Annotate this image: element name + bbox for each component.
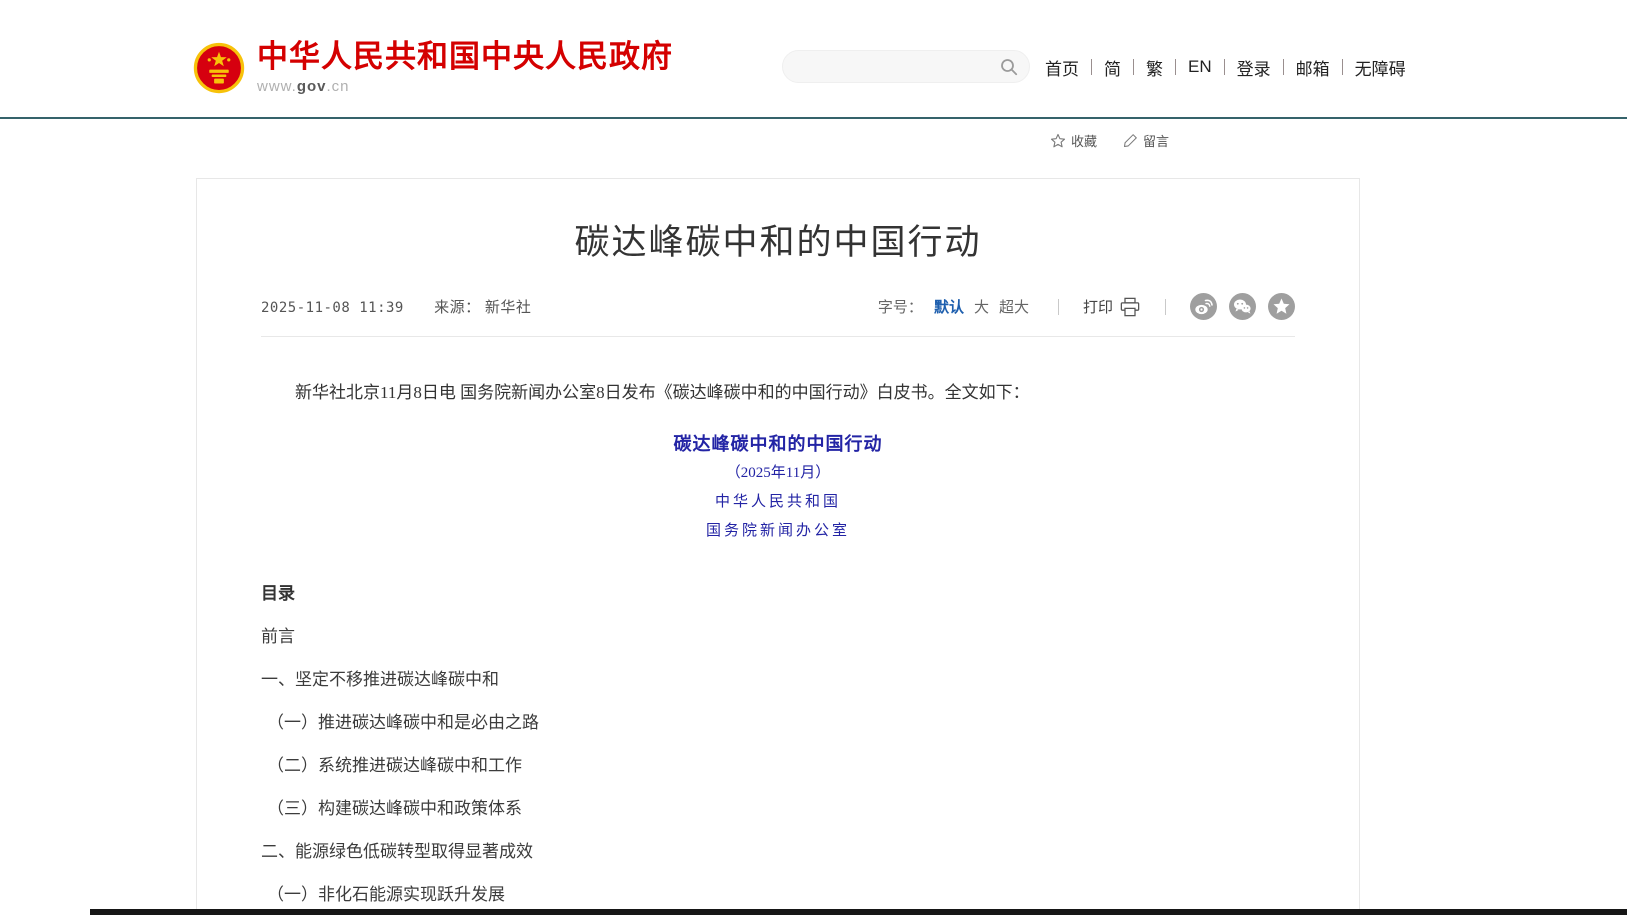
toc-item-preface: 前言: [261, 615, 1295, 658]
meta-separator: [1165, 299, 1166, 315]
star-share-icon[interactable]: [1268, 293, 1295, 320]
font-size-large[interactable]: 大: [974, 296, 989, 317]
lead-paragraph: 新华社北京11月8日电 国务院新闻办公室8日发布《碳达峰碳中和的中国行动》白皮书…: [261, 379, 1295, 407]
nav-english[interactable]: EN: [1188, 57, 1212, 77]
bottom-bar: [90, 909, 1627, 915]
article-meta-left: 2025-11-08 11:39 来源： 新华社: [261, 296, 531, 317]
nav-separator: [1133, 59, 1134, 75]
font-size-xlarge[interactable]: 超大: [999, 296, 1029, 317]
source-label: 来源：: [434, 300, 481, 316]
nav-traditional[interactable]: 繁: [1146, 55, 1163, 80]
site-title: 中华人民共和国中央人民政府: [257, 40, 673, 74]
site-url-suffix: .cn: [327, 78, 350, 95]
nav-separator: [1091, 59, 1092, 75]
nav-login[interactable]: 登录: [1237, 55, 1271, 80]
toc-item-section1-1: （一）推进碳达峰碳中和是必由之路: [261, 701, 1295, 744]
article-title: 碳达峰碳中和的中国行动: [261, 219, 1295, 267]
nav-home[interactable]: 首页: [1045, 55, 1079, 80]
article-date: 2025-11-08 11:39: [261, 300, 404, 316]
nav-separator: [1342, 59, 1343, 75]
document-org-line2: 国务院新闻办公室: [261, 517, 1295, 546]
document-heading-block: 碳达峰碳中和的中国行动 （2025年11月） 中华人民共和国 国务院新闻办公室: [261, 429, 1295, 546]
share-icons: [1190, 293, 1295, 320]
page-actions: 收藏 留言: [1050, 131, 1169, 150]
site-url-core: gov: [297, 78, 327, 95]
favorite-label: 收藏: [1071, 131, 1097, 150]
nav-separator: [1224, 59, 1225, 75]
article-meta-row: 2025-11-08 11:39 来源： 新华社 字号： 默认 大 超大 打印: [261, 293, 1295, 320]
toc-item-section2: 二、能源绿色低碳转型取得显著成效: [261, 830, 1295, 873]
toc-item-section1: 一、坚定不移推进碳达峰碳中和: [261, 658, 1295, 701]
meta-separator: [1058, 299, 1059, 315]
nav-mail[interactable]: 邮箱: [1296, 55, 1330, 80]
printer-icon: [1119, 297, 1141, 317]
site-header: 中华人民共和国中央人民政府 www.gov.cn 首页 简 繁 EN 登录 邮箱: [0, 0, 1627, 119]
article-meta-right: 字号： 默认 大 超大 打印: [878, 293, 1295, 320]
meta-divider: [261, 336, 1295, 337]
toc-item-section1-3: （三）构建碳达峰碳中和政策体系: [261, 787, 1295, 830]
comment-label: 留言: [1143, 131, 1169, 150]
weibo-share-icon[interactable]: [1190, 293, 1217, 320]
article-body: 新华社北京11月8日电 国务院新闻办公室8日发布《碳达峰碳中和的中国行动》白皮书…: [261, 379, 1295, 915]
gov-cn-page: 中华人民共和国中央人民政府 www.gov.cn 首页 简 繁 EN 登录 邮箱: [0, 0, 1627, 915]
national-emblem-icon: [193, 42, 245, 94]
source-value[interactable]: 新华社: [485, 300, 532, 316]
wechat-share-icon[interactable]: [1229, 293, 1256, 320]
top-nav: 首页 简 繁 EN 登录 邮箱 无障碍: [1045, 53, 1406, 81]
toc-heading: 目录: [261, 572, 1295, 615]
search-input[interactable]: [799, 59, 999, 75]
print-label: 打印: [1083, 296, 1113, 317]
site-brand[interactable]: 中华人民共和国中央人民政府 www.gov.cn: [193, 40, 673, 95]
search-icon[interactable]: [999, 57, 1019, 77]
star-outline-icon: [1050, 133, 1066, 149]
document-org-line1: 中华人民共和国: [261, 488, 1295, 517]
font-size-default[interactable]: 默认: [934, 296, 964, 317]
nav-separator: [1175, 59, 1176, 75]
comment-button[interactable]: 留言: [1123, 131, 1169, 150]
nav-simplified[interactable]: 简: [1104, 55, 1121, 80]
nav-separator: [1283, 59, 1284, 75]
brand-text: 中华人民共和国中央人民政府 www.gov.cn: [257, 40, 673, 95]
nav-accessibility[interactable]: 无障碍: [1355, 55, 1406, 80]
toc-item-section1-2: （二）系统推进碳达峰碳中和工作: [261, 744, 1295, 787]
favorite-button[interactable]: 收藏: [1050, 131, 1097, 150]
document-date: （2025年11月）: [261, 459, 1295, 488]
print-button[interactable]: 打印: [1083, 296, 1141, 317]
document-title: 碳达峰碳中和的中国行动: [261, 429, 1295, 459]
font-size-label: 字号：: [878, 296, 923, 317]
article-card: 碳达峰碳中和的中国行动 2025-11-08 11:39 来源： 新华社 字号：…: [196, 178, 1360, 915]
search-box[interactable]: [782, 50, 1030, 83]
site-url-prefix: www.: [257, 78, 297, 95]
pen-icon: [1123, 133, 1138, 148]
site-url: www.gov.cn: [257, 78, 673, 95]
